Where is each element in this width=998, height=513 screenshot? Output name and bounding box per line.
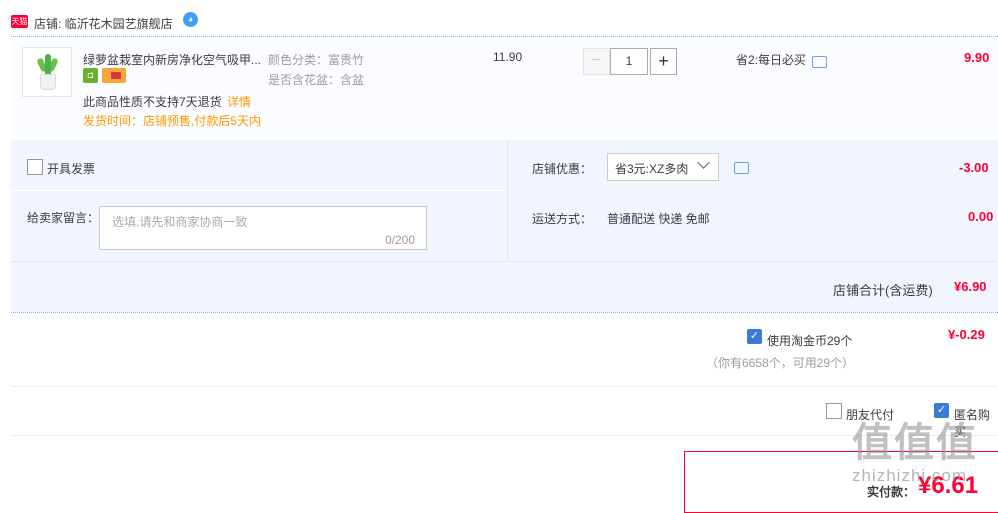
divider [507, 140, 508, 261]
unit-price: 11.90 [493, 50, 523, 64]
invoice-checkbox[interactable] [27, 159, 43, 175]
divider [11, 36, 998, 37]
coins-note: （你有6658个，可用29个） [706, 356, 855, 370]
comment-icon[interactable] [812, 56, 827, 68]
message-char-count: 0/200 [385, 233, 416, 247]
item-subtotal: 9.90 [964, 50, 990, 65]
wangwang-icon[interactable]: ◕ [183, 12, 198, 27]
coins-checkbox[interactable]: ✓ [747, 329, 762, 344]
quantity-decrease-button[interactable]: − [583, 48, 610, 75]
shipping-method: 普通配送 快递 免邮 [607, 212, 710, 226]
discount-selected-value[interactable]: 省3元:XZ多肉 [615, 160, 688, 177]
discount-label: 店铺优惠： [532, 162, 593, 176]
coins-label[interactable]: 使用淘金币29个 [767, 332, 852, 349]
quantity-input[interactable]: 1 [610, 48, 648, 75]
divider [11, 435, 998, 436]
discount-amount: -3.00 [959, 160, 989, 175]
item-promotion: 省2:每日必买 [736, 53, 807, 67]
watermark-url: zhizhizhi.com [852, 466, 968, 485]
quantity-increase-button[interactable]: + [650, 48, 677, 75]
divider [11, 386, 998, 387]
watermark-logo: 值值值 [852, 421, 978, 465]
tmall-icon: 天猫 [11, 15, 28, 28]
divider [11, 261, 998, 262]
invoice-label[interactable]: 开具发票 [47, 160, 95, 177]
guarantee-icon: ◘ [83, 68, 98, 83]
message-placeholder: 选填,请先和商家协商一致 [112, 215, 248, 229]
store-total-amount: ¥6.90 [954, 279, 987, 294]
sku-color: 颜色分类：富贵竹 [268, 53, 365, 67]
shipping-label: 运送方式： [532, 212, 593, 226]
details-link[interactable]: 详情 [227, 93, 251, 110]
credit-card-icon [102, 68, 126, 83]
product-thumbnail[interactable] [22, 47, 72, 97]
sku-pot: 是否含花盆：含盆 [268, 73, 365, 87]
friend-pay-checkbox[interactable] [826, 403, 842, 419]
no-return-notice: 此商品性质不支持7天退货 [83, 95, 222, 109]
coins-amount: ¥-0.29 [948, 327, 985, 342]
ship-time-notice: 发货时间：店铺预售,付款后5天内 [83, 114, 262, 128]
product-title[interactable]: 绿萝盆栽室内新房净化空气吸甲... [83, 51, 261, 68]
shipping-amount: 0.00 [968, 209, 994, 224]
store-name[interactable]: 店铺: 临沂花木园艺旗舰店 [34, 15, 173, 32]
store-total-label: 店铺合计(含运费) [833, 283, 933, 298]
message-label: 给卖家留言： [27, 211, 100, 225]
comment-icon[interactable] [734, 162, 749, 174]
divider [11, 312, 998, 313]
divider [11, 190, 507, 191]
